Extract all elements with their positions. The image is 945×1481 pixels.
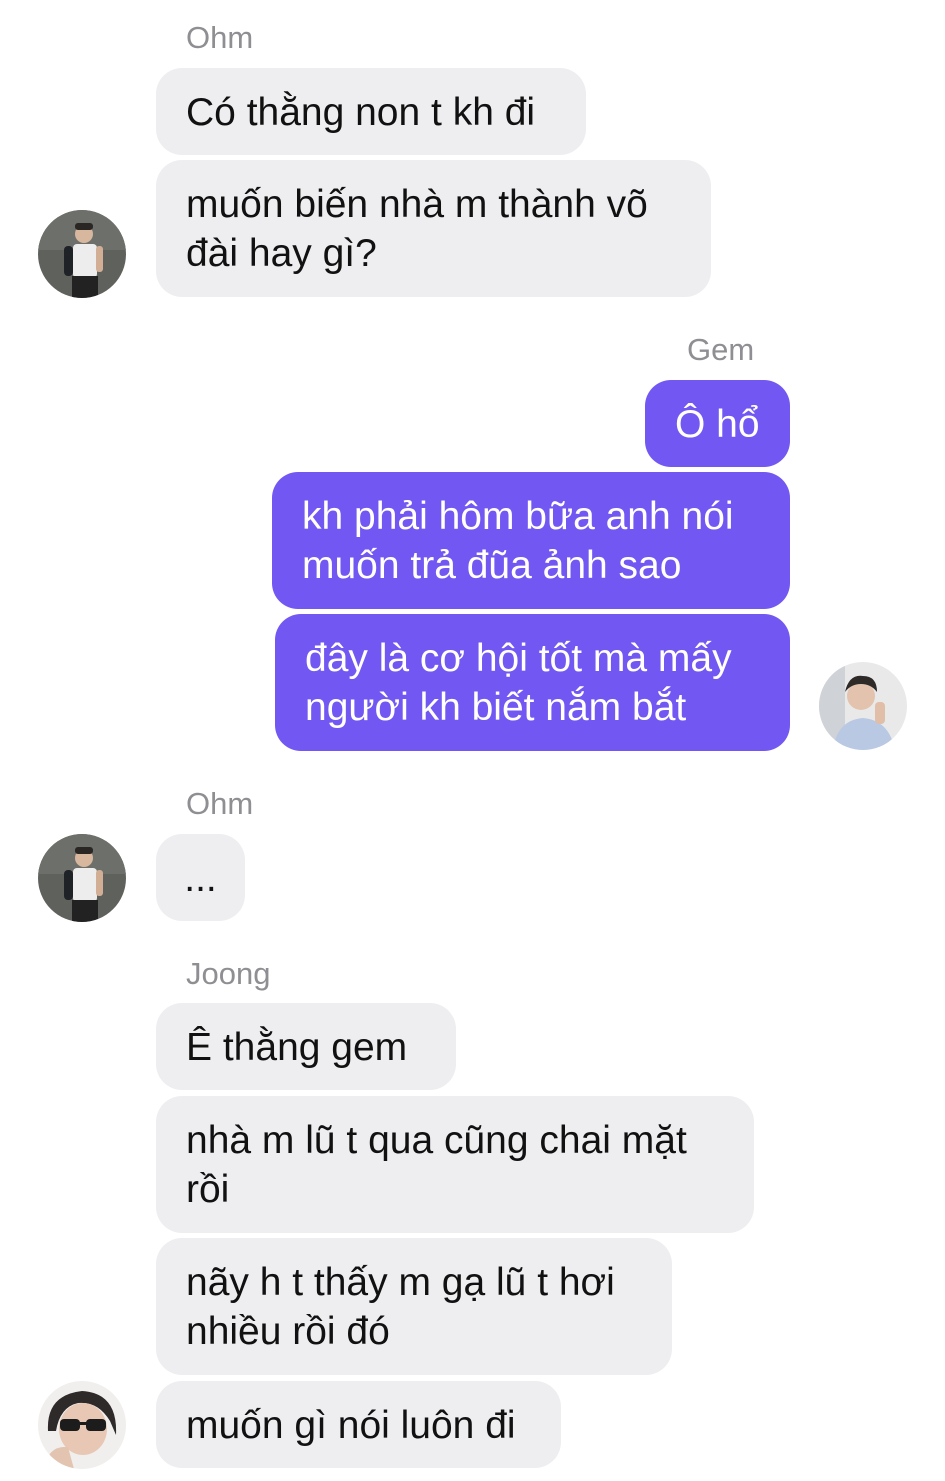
message-bubble[interactable]: kh phải hôm bữa anh nói muốn trả đũa ảnh… (272, 472, 790, 609)
message-bubble[interactable]: đây là cơ hội tốt mà mấy người kh biết n… (275, 614, 790, 751)
sender-name-joong: Joong (186, 956, 271, 991)
message-bubble[interactable]: muốn biến nhà m thành võ đài hay gì? (156, 160, 711, 297)
sender-name-gem: Gem (687, 332, 755, 367)
avatar-joong-image (38, 1381, 126, 1469)
sender-name-ohm: Ohm (186, 786, 254, 821)
avatar-gem-image (819, 662, 907, 750)
message-bubble[interactable]: ... (156, 834, 245, 921)
avatar-ohm-image (38, 210, 126, 298)
message-bubble[interactable]: Ê thằng gem (156, 1003, 456, 1090)
message-bubble[interactable]: Ô hổ (645, 380, 790, 467)
message-bubble[interactable]: nhà m lũ t qua cũng chai mặt rồi (156, 1096, 754, 1233)
avatar-joong[interactable] (38, 1381, 126, 1469)
message-bubble[interactable]: Có thằng non t kh đi (156, 68, 586, 155)
sender-name-ohm: Ohm (186, 20, 254, 55)
avatar-ohm[interactable] (38, 834, 126, 922)
message-bubble[interactable]: muốn gì nói luôn đi (156, 1381, 561, 1468)
message-bubble[interactable]: nãy h t thấy m gạ lũ t hơi nhiều rồi đó (156, 1238, 672, 1375)
avatar-gem[interactable] (819, 662, 907, 750)
avatar-ohm[interactable] (38, 210, 126, 298)
avatar-ohm-image (38, 834, 126, 922)
